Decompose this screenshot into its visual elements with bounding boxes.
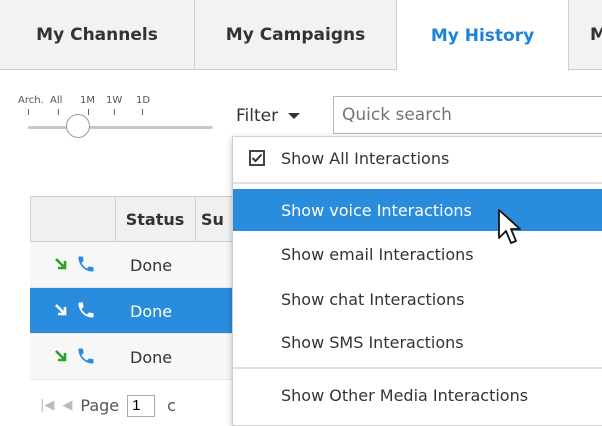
- mouse-pointer-icon: [498, 209, 521, 244]
- slider-tick: [88, 109, 89, 115]
- arrow-down-right-icon: [55, 258, 67, 270]
- filter-menu: Show All Interactions Show voice Interac…: [232, 136, 602, 426]
- status-cell: Done: [130, 255, 173, 275]
- menu-item-show-chat[interactable]: Show chat Interactions: [233, 278, 602, 320]
- pager: |◀ ◀ Page c: [40, 394, 176, 417]
- menu-item-label: Show All Interactions: [281, 148, 450, 168]
- menu-item-show-email[interactable]: Show email Interactions: [233, 233, 602, 275]
- slider-label-arch: Arch.: [18, 95, 44, 106]
- status-cell: Done: [130, 301, 173, 321]
- phone-icon: [78, 302, 94, 318]
- slider-thumb[interactable]: [66, 114, 90, 138]
- history-grid: Status Su Done Done Done: [30, 196, 240, 380]
- status-cell: Done: [130, 347, 173, 367]
- slider-label-1m: 1M: [80, 95, 95, 106]
- table-row[interactable]: Done: [30, 242, 240, 288]
- slider-label-1d: 1D: [136, 95, 151, 106]
- column-header-status[interactable]: Status: [115, 197, 196, 241]
- page-label: Page: [80, 396, 120, 415]
- slider-label-all: All: [50, 95, 63, 106]
- menu-item-show-voice[interactable]: Show voice Interactions: [233, 189, 602, 231]
- tab-bar: My Channels My Campaigns My History M: [0, 0, 602, 71]
- slider-track[interactable]: [28, 126, 213, 129]
- arrow-down-right-icon: [55, 304, 67, 316]
- menu-item-show-sms[interactable]: Show SMS Interactions: [233, 321, 602, 363]
- slider-tick: [58, 109, 59, 115]
- phone-icon: [78, 256, 94, 272]
- menu-item-label: Show SMS Interactions: [281, 332, 464, 352]
- row-icons: [54, 254, 96, 274]
- arrow-down-right-icon: [55, 350, 67, 362]
- slider-tick: [28, 109, 29, 115]
- checkbox-checked-icon[interactable]: [249, 150, 265, 166]
- menu-item-show-other-media[interactable]: Show Other Media Interactions: [233, 374, 602, 416]
- slider-tick: [114, 109, 115, 115]
- table-row[interactable]: Done: [30, 288, 240, 334]
- phone-icon: [78, 348, 94, 364]
- menu-divider: [233, 367, 602, 369]
- filter-label: Filter: [236, 106, 279, 126]
- menu-item-label: Show voice Interactions: [281, 200, 472, 220]
- grid-header: Status Su: [30, 196, 240, 242]
- menu-item-show-all[interactable]: Show All Interactions: [233, 137, 602, 179]
- row-icons: [54, 346, 96, 366]
- menu-divider: [233, 182, 602, 184]
- tab-my-history[interactable]: My History: [397, 0, 569, 71]
- tab-my-channels[interactable]: My Channels: [0, 0, 195, 70]
- table-row[interactable]: Done: [30, 334, 240, 380]
- first-page-icon[interactable]: |◀: [40, 398, 54, 413]
- caret-down-icon: [288, 113, 301, 119]
- filter-dropdown-button[interactable]: Filter: [236, 102, 301, 130]
- time-range-slider[interactable]: Arch. All 1M 1W 1D: [18, 95, 223, 145]
- previous-page-icon[interactable]: ◀: [62, 398, 72, 413]
- page-number-input[interactable]: [127, 394, 156, 417]
- menu-item-label: Show chat Interactions: [281, 289, 465, 309]
- menu-item-label: Show email Interactions: [281, 244, 474, 264]
- slider-tick: [142, 109, 143, 115]
- page-of-label: c: [167, 396, 176, 415]
- column-header-icons[interactable]: [31, 197, 116, 241]
- slider-label-1w: 1W: [106, 95, 123, 106]
- quick-search-input[interactable]: [333, 96, 602, 134]
- menu-item-label: Show Other Media Interactions: [281, 385, 529, 405]
- tab-my-campaigns[interactable]: My Campaigns: [195, 0, 397, 70]
- row-icons: [54, 300, 96, 320]
- tab-truncated[interactable]: M: [569, 0, 602, 70]
